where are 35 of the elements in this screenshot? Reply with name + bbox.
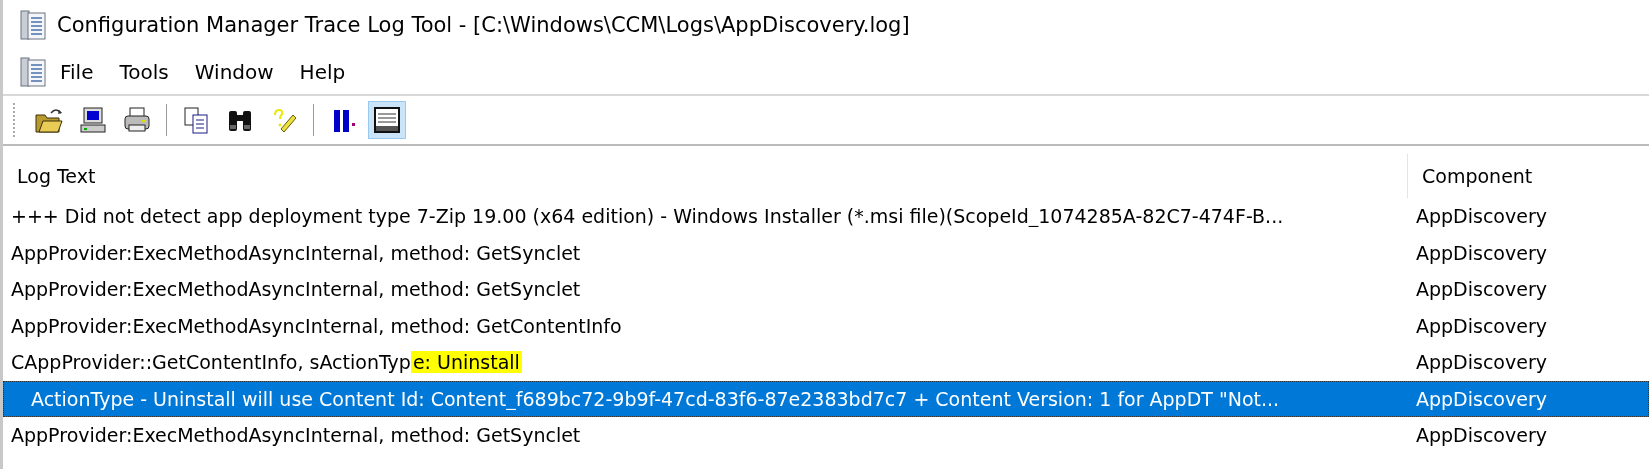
menu-item[interactable]: Help: [286, 60, 359, 84]
table-row[interactable]: +++ Did not detect app deployment type 7-Zip 19.00 (x64 edition) - Windows Installer (*.msi file)(ScopeId_1074285A-82C7-474F-B... AppDiscovery: [3, 198, 1649, 235]
table-row[interactable]: AppProvider:ExecMethodAsyncInternal, method: GetSynclet AppDiscovery: [3, 234, 1649, 271]
log-text-cell-text: +++ Did not detect app deployment type 7-Zip 19.00 (x64 edition) - Windows Installer (*.msi file)(ScopeId_1074285A-82C7-474F-B...: [10, 205, 1285, 228]
printer-icon: [122, 105, 152, 135]
table-row[interactable]: ActionType - Uninstall will use Content Id: Content_f689bc72-9b9f-47cd-83f6-87e2383bd7c7 + Content Version: 1 for AppDT "Not... AppDiscovery: [3, 380, 1649, 417]
log-text-cell-text: AppProvider:ExecMethodAsyncInternal, method: GetSynclet: [10, 241, 582, 264]
column-header[interactable]: Log Text: [3, 154, 1408, 198]
column-header[interactable]: Component: [1408, 154, 1649, 198]
menu-item[interactable]: Tools: [106, 60, 182, 84]
component-cell-text: AppDiscovery: [1415, 205, 1548, 228]
log-window-button[interactable]: [368, 101, 406, 139]
table-row[interactable]: AppProvider:ExecMethodAsyncInternal, method: GetContentInfo AppDiscovery: [3, 307, 1649, 344]
app-icon: [17, 9, 47, 41]
computer-icon: [78, 105, 108, 135]
table-row[interactable]: AppProvider:ExecMethodAsyncInternal, method: GetSynclet AppDiscovery: [3, 271, 1649, 308]
component-cell-text: AppDiscovery: [1415, 278, 1548, 301]
log-text-cell-text: AppProvider:ExecMethodAsyncInternal, method: GetSynclet: [10, 424, 582, 447]
component-cell-text: AppDiscovery: [1415, 351, 1548, 374]
window-title: Configuration Manager Trace Log Tool - [C:\Windows\CCM\Logs\AppDiscovery.log]: [57, 13, 910, 37]
table-row[interactable]: CAppProvider::GetContentInfo, sActionTyp e: Uninstall AppDiscovery: [3, 344, 1649, 381]
component-cell-text: AppDiscovery: [1415, 314, 1548, 337]
component-cell-text: AppDiscovery: [1415, 387, 1548, 410]
menu-item[interactable]: Window: [181, 60, 287, 84]
log-text-cell-text: AppProvider:ExecMethodAsyncInternal, method: GetSynclet: [10, 278, 582, 301]
menu-item[interactable]: File: [47, 60, 107, 84]
copy-icon: [181, 105, 211, 135]
log-text-cell-text: AppProvider:ExecMethodAsyncInternal, method: GetContentInfo: [10, 314, 623, 337]
log-text-cell-text: ActionType - Uninstall will use Content Id: Content_f689bc72-9b9f-47cd-83f6-87e2383bd7c7 + Content Version: 1 for AppDT "Not...: [30, 387, 1281, 410]
system-menu-icon[interactable]: [17, 56, 47, 88]
table-row[interactable]: AppProvider:ExecMethodAsyncInternal, method: GetSynclet AppDiscovery: [3, 417, 1649, 454]
log-window-icon: [372, 105, 402, 135]
component-cell-text: AppDiscovery: [1415, 424, 1548, 447]
component-cell-text: AppDiscovery: [1415, 241, 1548, 264]
log-text-cell-text: CAppProvider::GetContentInfo, sActionTyp e: Uninstall: [10, 351, 523, 374]
